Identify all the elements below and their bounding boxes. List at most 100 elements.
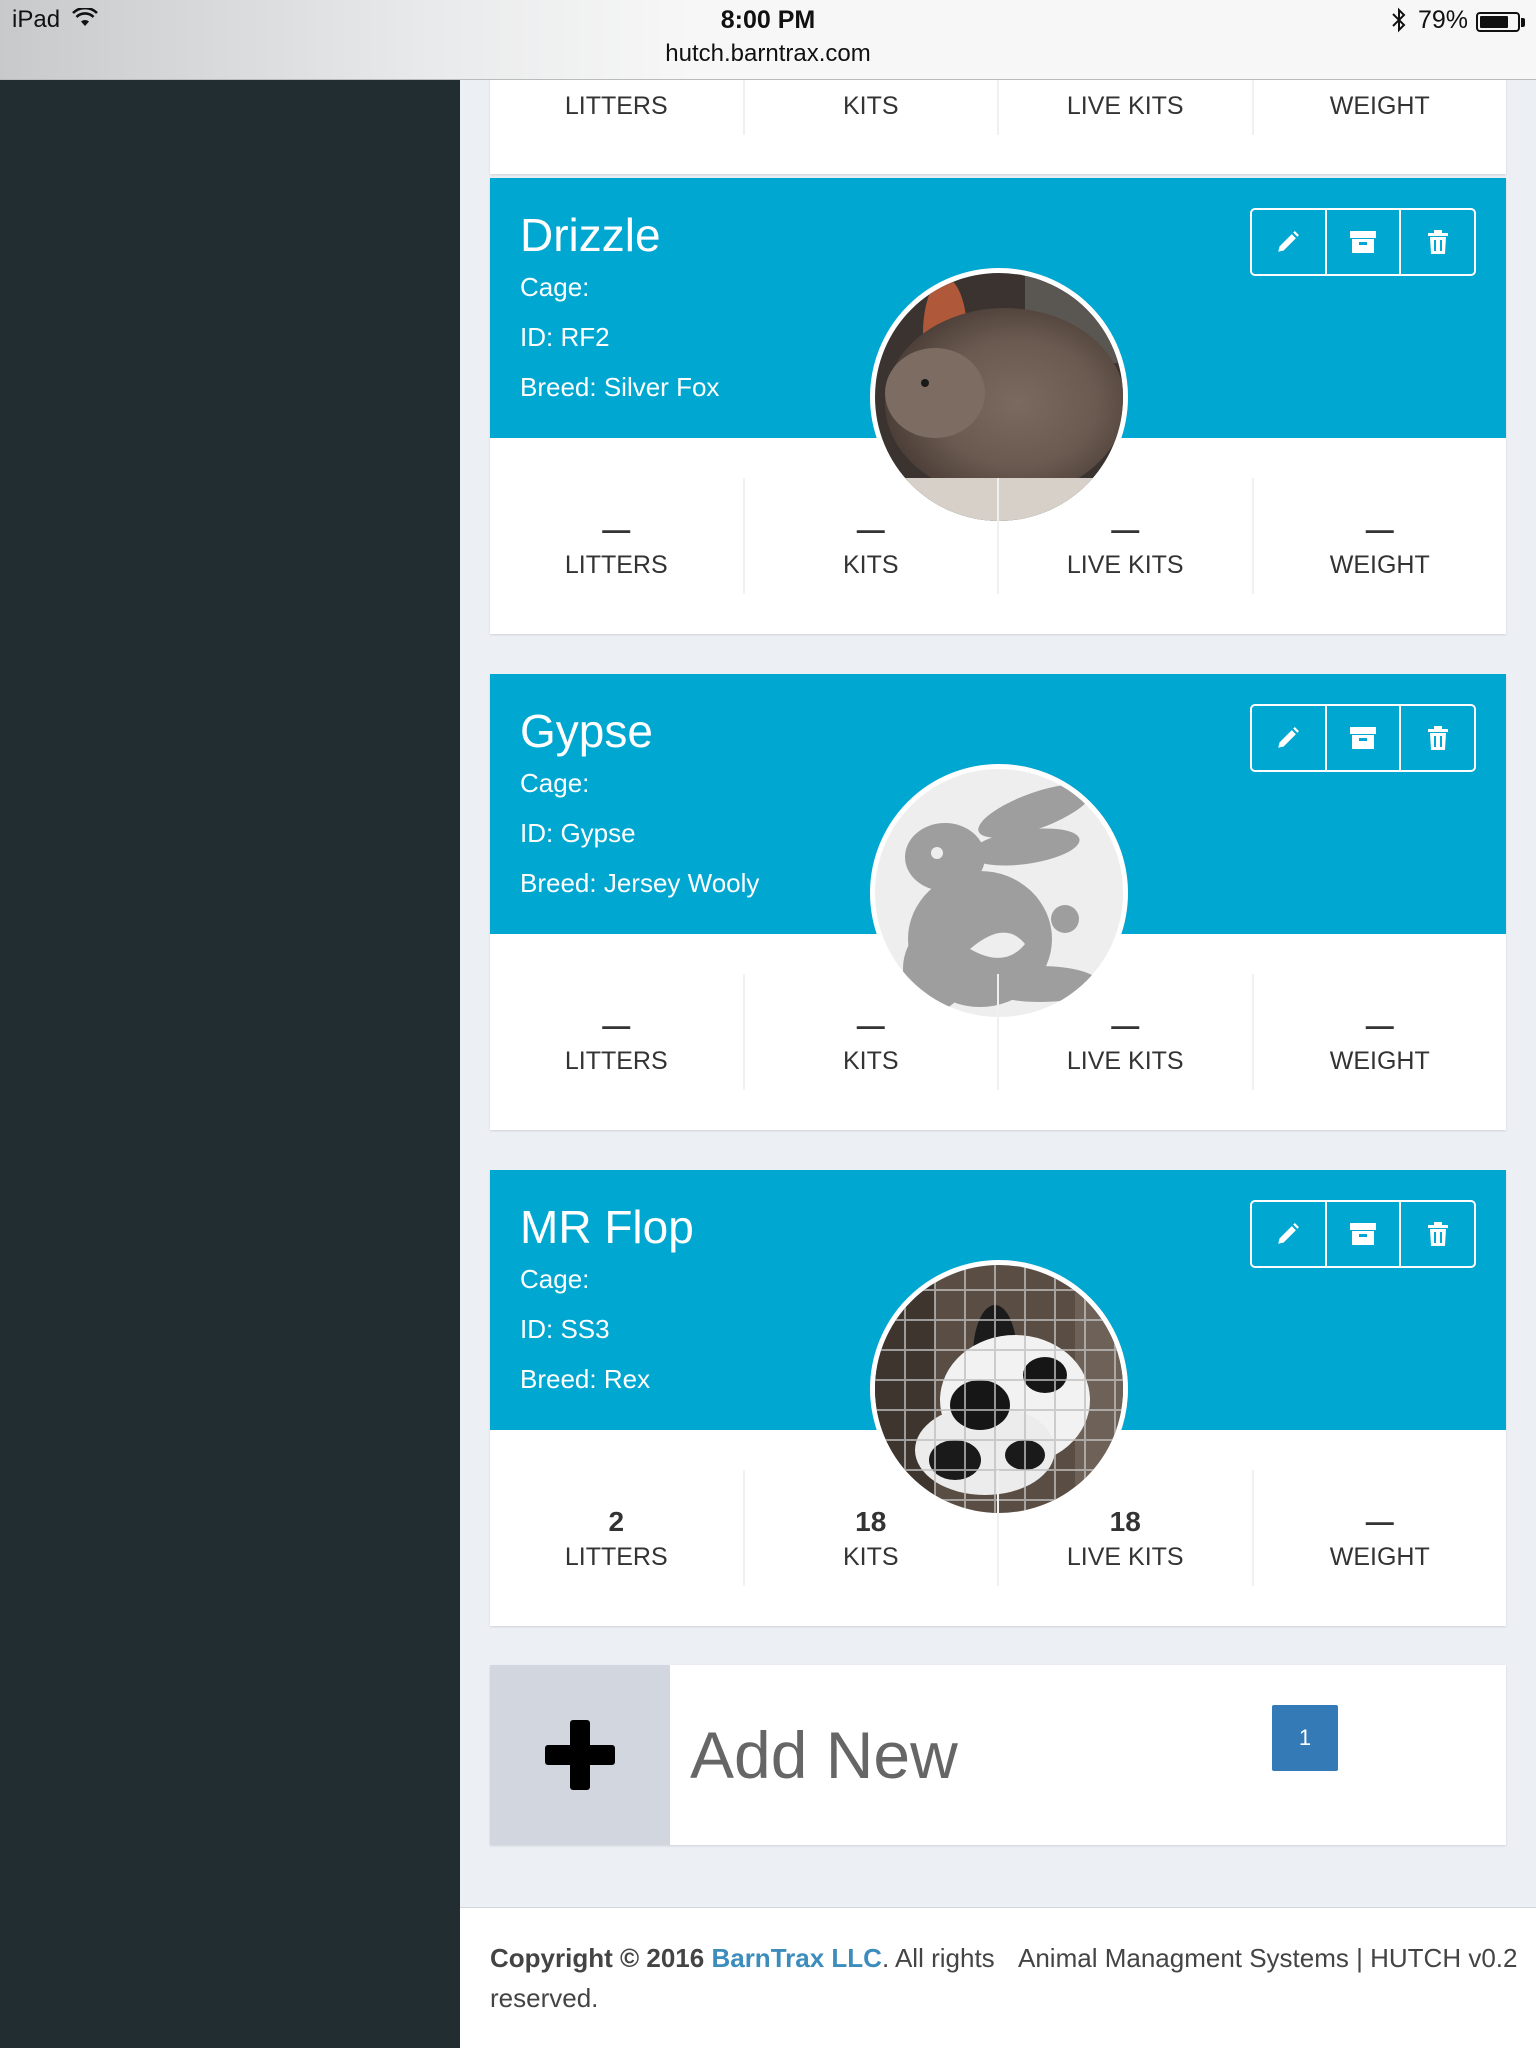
copyright-prefix: Copyright © 2016 — [490, 1943, 705, 1973]
archive-icon — [1350, 231, 1376, 253]
stats-row: — LITTERS — KITS — LIVE KITS — WEIGHT — [490, 478, 1506, 594]
rabbit-breed: Breed: Silver Fox — [520, 372, 720, 402]
add-new-box: Add New 1 — [490, 1665, 1506, 1845]
footer: Copyright © 2016 BarnTrax LLC. All right… — [460, 1907, 1536, 2048]
delete-button[interactable] — [1401, 706, 1474, 770]
stat-weight: — WEIGHT — [1254, 1470, 1507, 1586]
delete-button[interactable] — [1401, 1202, 1474, 1266]
battery-percent: 79% — [1418, 6, 1469, 34]
rabbit-cage: Cage: — [520, 272, 590, 302]
stat-label: LITTERS — [564, 1543, 668, 1571]
stat-value: — — [1111, 514, 1140, 545]
stat-value: 2 — [608, 1506, 625, 1537]
action-button-group — [1250, 1200, 1476, 1268]
stat-label: WEIGHT — [1329, 1543, 1430, 1571]
archive-icon — [1350, 727, 1376, 749]
rabbit-card-gypse: Gypse Cage: ID: Gypse Breed: Jersey Wool… — [490, 674, 1506, 1130]
stat-label: LIVE KITS — [1066, 1047, 1184, 1075]
archive-icon — [1350, 1223, 1376, 1245]
stat-live-kits: LIVE KITS — [999, 79, 1254, 135]
trash-icon — [1427, 230, 1448, 254]
address-bar-url[interactable]: hutch.barntrax.com — [0, 40, 1536, 68]
stat-value: — — [1365, 514, 1394, 545]
battery-level — [1480, 16, 1508, 28]
stat-value: — — [602, 514, 631, 545]
stat-label: LITTERS — [564, 551, 668, 579]
battery-cap — [1521, 18, 1525, 27]
stat-label: LIVE KITS — [1066, 1543, 1184, 1571]
pagination-page-1[interactable]: 1 — [1272, 1705, 1338, 1771]
stat-label: KITS — [842, 1047, 899, 1075]
sidebar — [0, 79, 460, 2048]
stat-label: WEIGHT — [1329, 92, 1430, 120]
rabbit-name[interactable]: Drizzle — [520, 208, 661, 262]
stat-live-kits: — LIVE KITS — [999, 974, 1254, 1090]
stat-weight: WEIGHT — [1254, 79, 1507, 135]
ios-status-bar: iPad 8:00 PM hutch.barntrax.com 79% — [0, 0, 1536, 80]
footer-copyright: Copyright © 2016 BarnTrax LLC. All right… — [490, 1938, 1010, 2018]
stat-litters: — LITTERS — [490, 974, 745, 1090]
stat-label: KITS — [842, 92, 899, 120]
clock: 8:00 PM — [720, 6, 816, 34]
stat-value: 18 — [855, 1506, 887, 1537]
plus-icon — [545, 1720, 615, 1790]
pencil-icon — [1278, 1223, 1300, 1244]
rabbit-breed: Breed: Rex — [520, 1364, 651, 1394]
rabbit-name[interactable]: MR Flop — [520, 1200, 694, 1254]
rabbit-card-mr-flop: MR Flop Cage: ID: SS3 Breed: Rex 2 LITTE… — [490, 1170, 1506, 1626]
add-new-button[interactable] — [490, 1665, 670, 1845]
stat-live-kits: — LIVE KITS — [999, 478, 1254, 594]
stat-label: WEIGHT — [1329, 551, 1430, 579]
stat-value: — — [1365, 1506, 1394, 1537]
stat-value: — — [1111, 1010, 1140, 1041]
rabbit-breed: Breed: Jersey Wooly — [520, 868, 760, 898]
brand-link[interactable]: BarnTrax LLC — [711, 1943, 882, 1973]
stat-live-kits: 18 LIVE KITS — [999, 1470, 1254, 1586]
rabbit-cage: Cage: — [520, 1264, 590, 1294]
stat-kits: — KITS — [745, 974, 999, 1090]
footer-version: Animal Managment Systems | HUTCH v0.2 — [1018, 1943, 1518, 1973]
stat-value: — — [602, 1010, 631, 1041]
stat-label: WEIGHT — [1329, 1047, 1430, 1075]
rabbit-id: ID: Gypse — [520, 818, 636, 848]
stats-row: — LITTERS — KITS — LIVE KITS — WEIGHT — [490, 974, 1506, 1090]
stat-kits: 18 KITS — [745, 1470, 999, 1586]
archive-button[interactable] — [1327, 1202, 1402, 1266]
stats-row: 2 LITTERS 18 KITS 18 LIVE KITS — WEIGHT — [490, 1470, 1506, 1586]
stat-value: 18 — [1109, 1506, 1141, 1537]
stat-value: — — [856, 1010, 885, 1041]
stat-litters: 2 LITTERS — [490, 1470, 745, 1586]
stat-label: LITTERS — [564, 1047, 668, 1075]
rabbit-card-previous: LITTERS KITS LIVE KITS WEIGHT — [490, 79, 1506, 174]
edit-button[interactable] — [1252, 706, 1327, 770]
edit-button[interactable] — [1252, 210, 1327, 274]
archive-button[interactable] — [1327, 706, 1402, 770]
stat-litters: LITTERS — [490, 79, 745, 135]
delete-button[interactable] — [1401, 210, 1474, 274]
add-new-label[interactable]: Add New — [690, 1717, 958, 1793]
edit-button[interactable] — [1252, 1202, 1327, 1266]
stat-kits: — KITS — [745, 478, 999, 594]
pencil-icon — [1278, 727, 1300, 748]
stat-label: LIVE KITS — [1066, 92, 1184, 120]
rabbit-name[interactable]: Gypse — [520, 704, 653, 758]
rabbit-id: ID: SS3 — [520, 1314, 610, 1344]
rabbit-card-drizzle: Drizzle Cage: ID: RF2 Breed: Silver Fox — [490, 178, 1506, 634]
stat-label: KITS — [842, 551, 899, 579]
bluetooth-icon — [1392, 7, 1406, 33]
trash-icon — [1427, 1222, 1448, 1246]
rabbit-id: ID: RF2 — [520, 322, 610, 352]
battery-icon — [1476, 12, 1520, 32]
pencil-icon — [1278, 231, 1300, 252]
stat-value: — — [1365, 1010, 1394, 1041]
stat-litters: — LITTERS — [490, 478, 745, 594]
stat-weight: — WEIGHT — [1254, 974, 1507, 1090]
stat-label: KITS — [842, 1543, 899, 1571]
stat-value: — — [856, 514, 885, 545]
stat-label: LITTERS — [564, 92, 668, 120]
stat-weight: — WEIGHT — [1254, 478, 1507, 594]
stats-row: LITTERS KITS LIVE KITS WEIGHT — [490, 79, 1506, 135]
action-button-group — [1250, 208, 1476, 276]
archive-button[interactable] — [1327, 210, 1402, 274]
trash-icon — [1427, 726, 1448, 750]
